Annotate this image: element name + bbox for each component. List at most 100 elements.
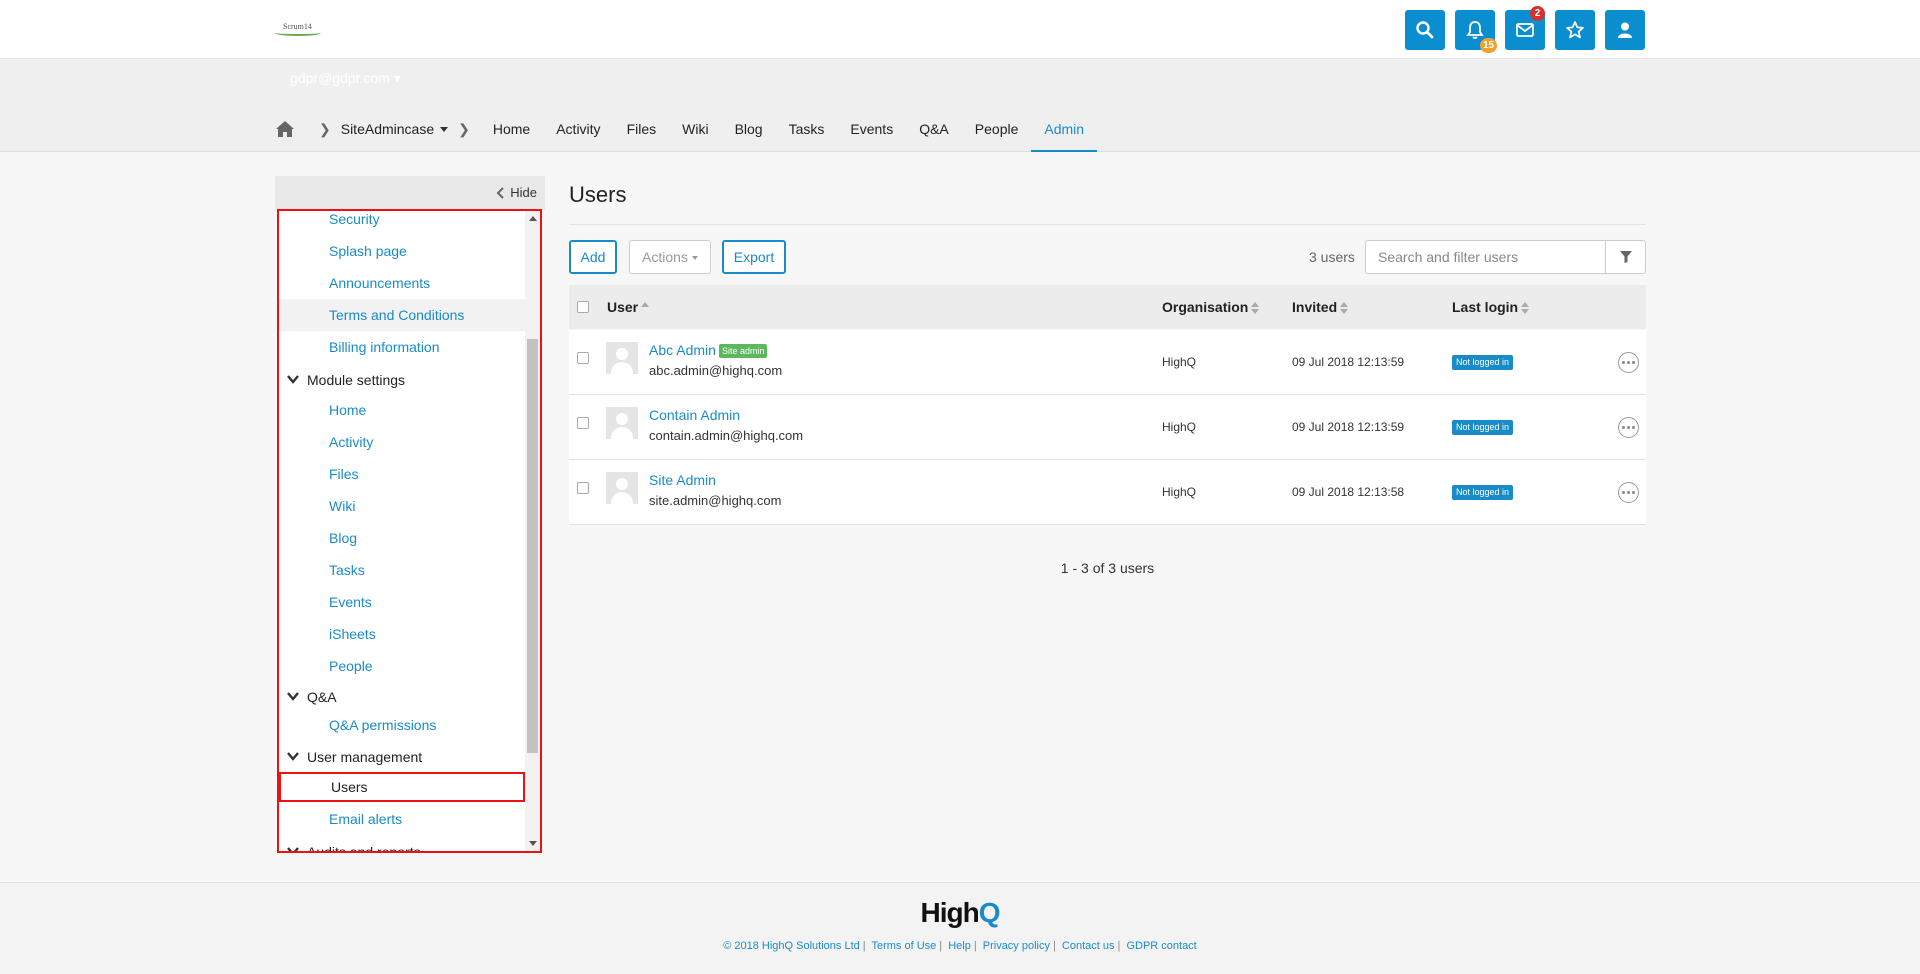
sidebar-group-audits-and-reports[interactable]: Audits and reports [279, 838, 525, 853]
export-button[interactable]: Export [722, 240, 786, 274]
add-user-button[interactable]: Add [569, 240, 617, 274]
copyright-text: © 2018 HighQ Solutions Ltd [723, 940, 860, 952]
sidebar-group-user-management[interactable]: User management [279, 743, 525, 771]
user-email: abc.admin@highq.com [649, 363, 783, 378]
sidebar-item-files[interactable]: Files [279, 458, 525, 490]
table-row: Site Admin site.admin@highq.com HighQ 09… [569, 460, 1646, 525]
last-login-badge: Not logged in [1452, 420, 1514, 435]
tab-events[interactable]: Events [837, 106, 906, 152]
footer: HighQ © 2018 HighQ Solutions Ltd | Terms … [0, 882, 1920, 974]
column-header-organisation[interactable]: Organisation [1162, 285, 1260, 329]
gdpr-contact-link[interactable]: GDPR contact [1126, 940, 1196, 952]
more-options-button[interactable] [1618, 482, 1639, 503]
organisation-cell: HighQ [1162, 355, 1197, 369]
row-checkbox[interactable] [577, 482, 589, 494]
sidebar-item-email-alerts[interactable]: Email alerts [279, 803, 525, 835]
tab-tasks[interactable]: Tasks [776, 106, 838, 152]
account-menu[interactable]: gdpr@gdpr.com ▾ [290, 70, 401, 87]
site-selector[interactable]: SiteAdmincase [341, 121, 449, 137]
chevron-down-icon [287, 752, 299, 761]
scroll-up-arrow-icon[interactable] [529, 216, 537, 221]
messages-button[interactable]: 2 [1505, 6, 1545, 50]
user-name-link[interactable]: Contain Admin [649, 407, 740, 423]
help-link[interactable]: Help [948, 940, 971, 952]
invited-cell: 09 Jul 2018 12:13:58 [1292, 485, 1405, 499]
table-row: Contain Admin contain.admin@highq.com Hi… [569, 395, 1646, 460]
contact-us-link[interactable]: Contact us [1062, 940, 1115, 952]
avatar[interactable] [606, 472, 638, 504]
tab-wiki[interactable]: Wiki [669, 106, 721, 152]
profile-button[interactable] [1605, 10, 1645, 50]
hide-sidebar-button[interactable]: Hide [496, 185, 537, 200]
users-table-header: User Organisation Invited Last login [569, 285, 1646, 329]
sidebar-scrollbar[interactable] [525, 211, 540, 851]
row-checkbox[interactable] [577, 352, 589, 364]
sidebar-item-splash-page[interactable]: Splash page [279, 235, 525, 267]
sidebar-item-billing-information[interactable]: Billing information [279, 331, 525, 363]
title-divider [569, 224, 1646, 225]
sidebar-item-activity[interactable]: Activity [279, 426, 525, 458]
sidebar-header: Hide [275, 176, 545, 210]
avatar[interactable] [606, 407, 638, 439]
pagination-summary: 1 - 3 of 3 users [1060, 560, 1155, 576]
sidebar-item-terms-and-conditions[interactable]: Terms and Conditions [279, 299, 525, 331]
column-label: Organisation [1162, 299, 1249, 315]
chevron-down-icon [287, 692, 299, 701]
user-icon [1618, 22, 1632, 38]
scroll-down-arrow-icon[interactable] [529, 841, 537, 846]
privacy-policy-link[interactable]: Privacy policy [983, 940, 1050, 952]
select-all-checkbox[interactable] [577, 301, 589, 313]
filter-button[interactable] [1605, 240, 1646, 274]
sidebar-group-module-settings[interactable]: Module settings [279, 366, 525, 394]
column-header-last-login[interactable]: Last login [1452, 285, 1530, 329]
last-login-badge: Not logged in [1452, 485, 1514, 500]
tab-files[interactable]: Files [614, 106, 670, 152]
tab-home[interactable]: Home [480, 106, 543, 152]
sidebar-item-users[interactable]: Users [279, 772, 525, 802]
user-name-link[interactable]: Site Admin [649, 472, 716, 488]
more-options-button[interactable] [1618, 352, 1639, 373]
sidebar-item-qa-permissions[interactable]: Q&A permissions [279, 709, 525, 741]
sidebar-item-events[interactable]: Events [279, 586, 525, 618]
chevron-down-icon [287, 847, 299, 851]
row-checkbox[interactable] [577, 417, 589, 429]
actions-dropdown-button[interactable]: Actions [629, 240, 711, 274]
sidebar-item-home[interactable]: Home [279, 394, 525, 426]
sidebar-item-announcements[interactable]: Announcements [279, 267, 525, 299]
admin-sidebar: Security Splash page Announcements Terms… [277, 209, 542, 853]
user-email: site.admin@highq.com [649, 493, 782, 508]
organisation-cell: HighQ [1162, 485, 1197, 499]
sidebar-item-tasks[interactable]: Tasks [279, 554, 525, 586]
sidebar-item-isheets[interactable]: iSheets [279, 618, 525, 650]
sidebar-item-blog[interactable]: Blog [279, 522, 525, 554]
tab-people[interactable]: People [962, 106, 1032, 152]
column-header-user[interactable]: User [607, 285, 650, 329]
tab-blog[interactable]: Blog [722, 106, 776, 152]
group-label: Audits and reports [307, 844, 421, 853]
column-header-invited[interactable]: Invited [1292, 285, 1349, 329]
sidebar-group-qa[interactable]: Q&A [279, 683, 525, 711]
sidebar-item-people[interactable]: People [279, 650, 525, 682]
tab-qa[interactable]: Q&A [906, 106, 962, 152]
avatar[interactable] [606, 342, 638, 374]
search-button[interactable] [1405, 10, 1445, 50]
favourites-button[interactable] [1555, 10, 1595, 50]
site-logo[interactable]: Scrum14 [275, 21, 323, 37]
group-label: Module settings [307, 372, 406, 388]
sidebar-item-wiki[interactable]: Wiki [279, 490, 525, 522]
notifications-button[interactable]: 15 [1455, 10, 1498, 53]
search-input[interactable] [1365, 240, 1606, 274]
caret-down-icon: ▾ [393, 70, 401, 86]
footer-links: © 2018 HighQ Solutions Ltd | Terms of Use… [723, 940, 1197, 952]
terms-of-use-link[interactable]: Terms of Use [871, 940, 936, 952]
logo-text: Scrum14 [283, 22, 312, 31]
sidebar-item-security[interactable]: Security [279, 211, 525, 235]
home-icon[interactable] [275, 120, 295, 138]
site-admin-badge: Site admin [718, 344, 768, 359]
scrollbar-thumb[interactable] [527, 339, 538, 753]
logo-q: Q [978, 897, 1001, 928]
tab-activity[interactable]: Activity [543, 106, 613, 152]
more-options-button[interactable] [1618, 417, 1639, 438]
user-name-link[interactable]: Abc Admin [649, 342, 716, 358]
tab-admin[interactable]: Admin [1031, 106, 1098, 152]
